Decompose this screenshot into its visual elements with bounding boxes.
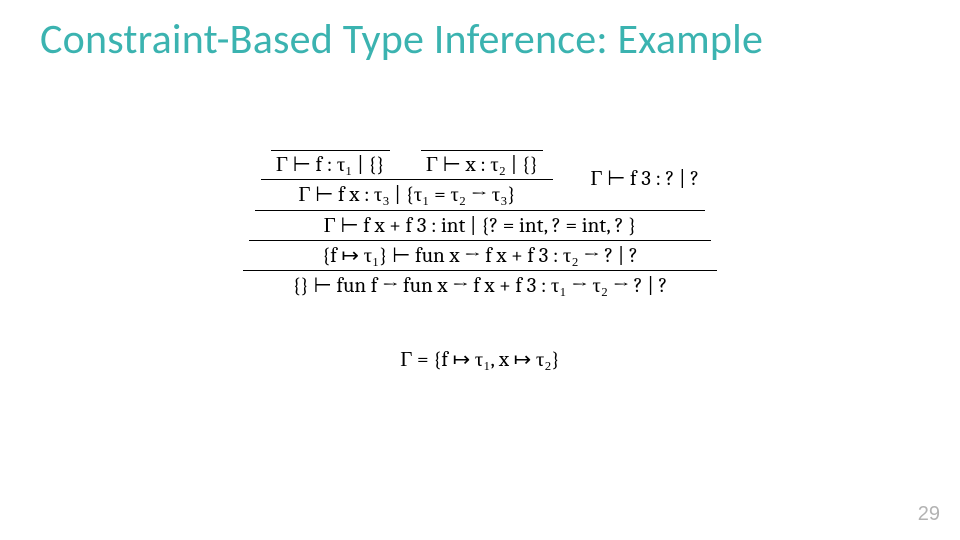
fun-x-conclusion: {f ↦ τ₁} ⊢ fun x → f x + f 3 : τ₂ → ? | …: [249, 240, 711, 270]
fun-f-conclusion: {} ⊢ fun f → fun x → f x + f 3 : τ₁ → τ₂…: [243, 270, 717, 300]
axiom-f: Γ ⊢ f : τ₁ | {}: [271, 150, 390, 179]
axiom-x: Γ ⊢ x : τ₂ | {}: [421, 150, 543, 179]
app-f3: Γ ⊢ f 3 : ? | ?: [590, 167, 699, 191]
gamma-definition: Γ = {f ↦ τ₁, x ↦ τ₂}: [400, 346, 559, 374]
plus-rule: Γ ⊢ f : τ₁ | {} Γ ⊢ x : τ₂ | {} Γ ⊢ f x …: [255, 150, 705, 240]
page-number: 29: [918, 503, 940, 526]
slide: Constraint-Based Type Inference: Example…: [0, 0, 960, 540]
plus-conclusion: Γ ⊢ f x + f 3 : int | {? = int, ? = int,…: [255, 210, 705, 240]
derivation-content: Γ ⊢ f : τ₁ | {} Γ ⊢ x : τ₂ | {} Γ ⊢ f x …: [0, 150, 960, 374]
app-fx-rule: Γ ⊢ f : τ₁ | {} Γ ⊢ x : τ₂ | {} Γ ⊢ f x …: [261, 150, 553, 210]
app-fx-conclusion: Γ ⊢ f x : τ₃ | {τ₁ = τ₂ → τ₃}: [261, 179, 553, 209]
derivation-tree: Γ ⊢ f : τ₁ | {} Γ ⊢ x : τ₂ | {} Γ ⊢ f x …: [243, 150, 717, 301]
slide-title: Constraint-Based Type Inference: Example: [40, 14, 920, 65]
fun-x-rule: Γ ⊢ f : τ₁ | {} Γ ⊢ x : τ₂ | {} Γ ⊢ f x …: [249, 150, 711, 270]
